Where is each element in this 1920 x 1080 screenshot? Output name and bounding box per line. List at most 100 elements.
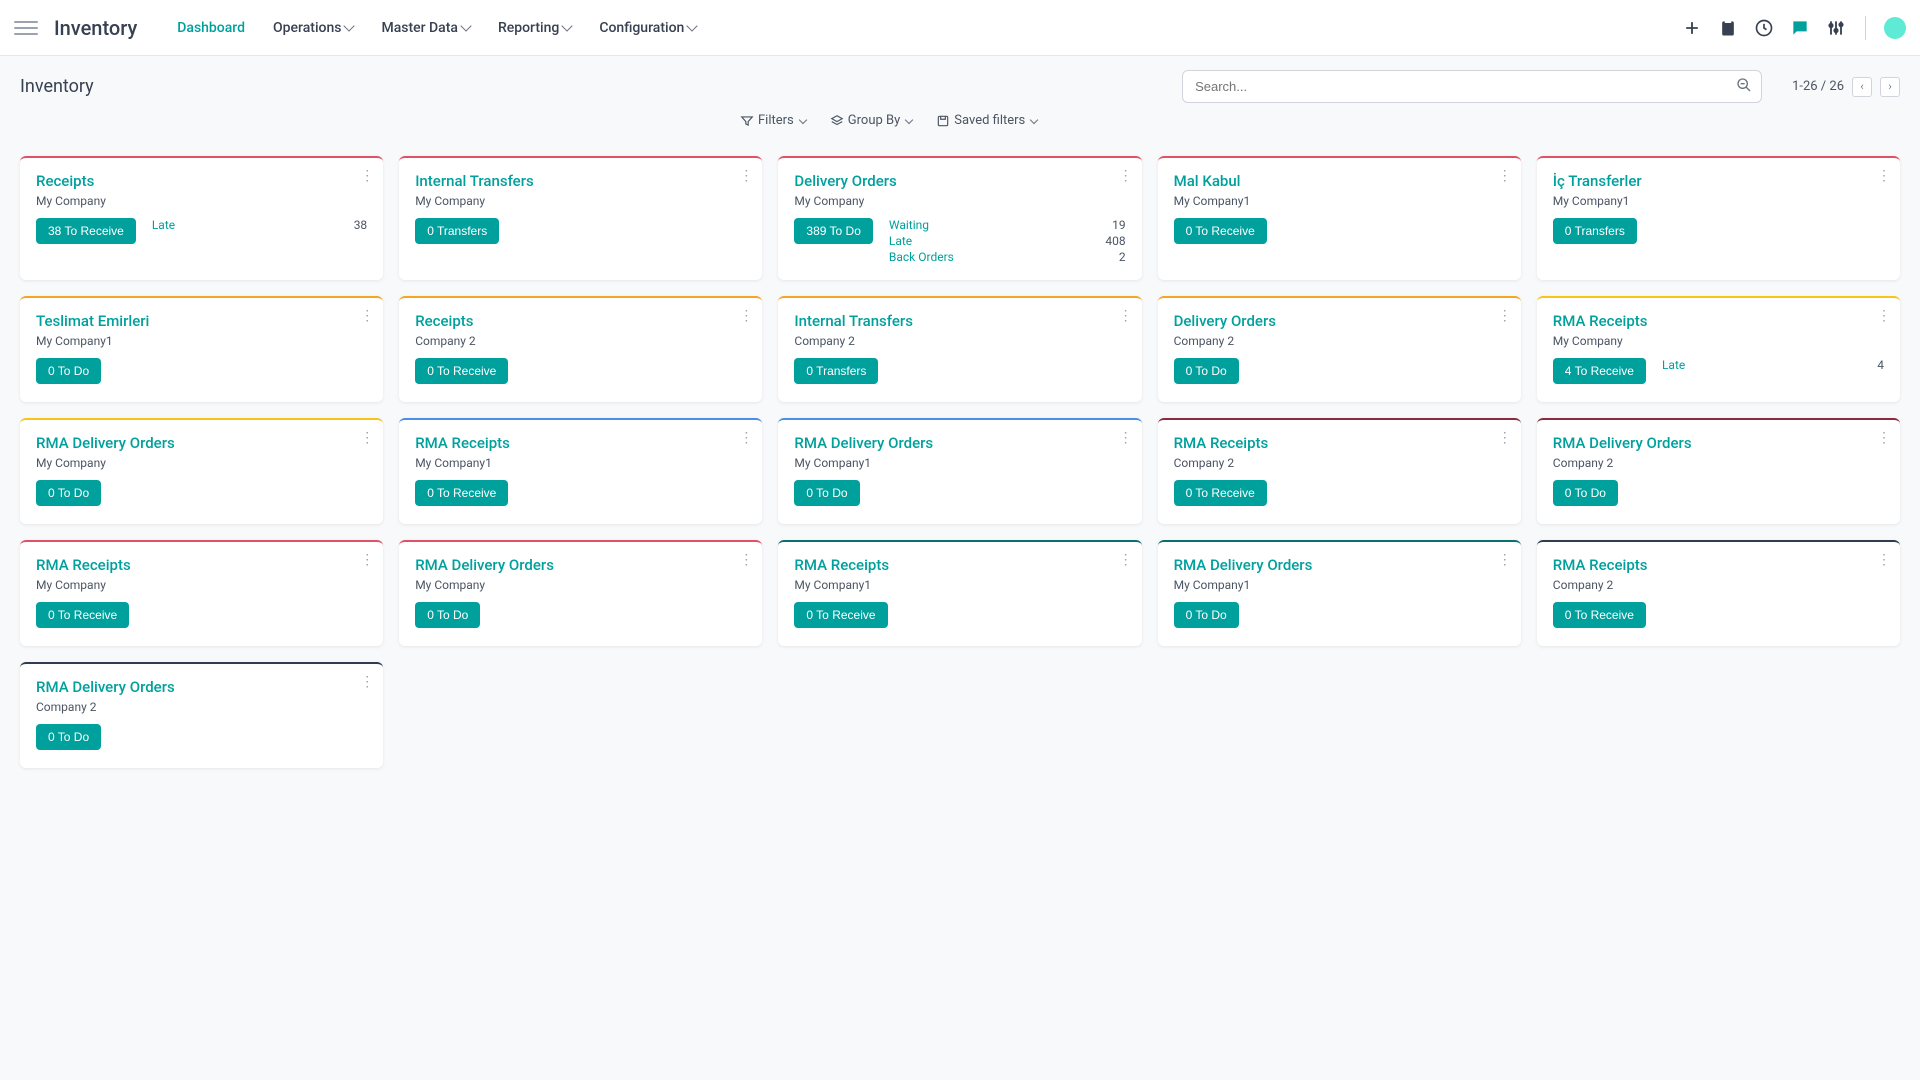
card-more-icon[interactable]: ⋮ <box>739 552 752 568</box>
card-more-icon[interactable]: ⋮ <box>360 430 373 446</box>
card-more-icon[interactable]: ⋮ <box>1498 430 1511 446</box>
card-more-icon[interactable]: ⋮ <box>1877 308 1890 324</box>
card-more-icon[interactable]: ⋮ <box>739 308 752 324</box>
card-more-icon[interactable]: ⋮ <box>360 552 373 568</box>
card-title[interactable]: Delivery Orders <box>1174 312 1505 330</box>
chat-icon[interactable] <box>1789 17 1811 39</box>
operation-card: ⋮ReceiptsMy Company38 To ReceiveLate38 <box>20 156 383 280</box>
card-title[interactable]: Internal Transfers <box>794 312 1125 330</box>
card-action-button[interactable]: 389 To Do <box>794 218 873 244</box>
card-title[interactable]: RMA Receipts <box>1553 312 1884 330</box>
card-action-button[interactable]: 0 To Receive <box>1174 480 1267 506</box>
groupby-button[interactable]: Group By <box>830 113 913 128</box>
avatar[interactable] <box>1884 17 1906 39</box>
card-action-button[interactable]: 0 To Receive <box>415 358 508 384</box>
card-title[interactable]: Mal Kabul <box>1174 172 1505 190</box>
operation-card: ⋮RMA ReceiptsMy Company0 To Receive <box>20 540 383 646</box>
card-title[interactable]: RMA Delivery Orders <box>794 434 1125 452</box>
card-action-button[interactable]: 4 To Receive <box>1553 358 1646 384</box>
card-more-icon[interactable]: ⋮ <box>739 168 752 184</box>
card-action-button[interactable]: 0 To Receive <box>794 602 887 628</box>
card-title[interactable]: Delivery Orders <box>794 172 1125 190</box>
card-title[interactable]: Receipts <box>36 172 367 190</box>
card-action-button[interactable]: 0 To Receive <box>1174 218 1267 244</box>
stat-label[interactable]: Late <box>1662 358 1685 372</box>
card-more-icon[interactable]: ⋮ <box>1877 430 1890 446</box>
operation-card: ⋮RMA Receipts Company 2 0 To Receive <box>1537 540 1900 646</box>
operation-card: ⋮RMA Delivery OrdersMy Company0 To Do <box>20 418 383 524</box>
stat-label[interactable]: Late <box>152 218 175 232</box>
nav-item-master-data[interactable]: Master Data <box>381 20 469 36</box>
card-more-icon[interactable]: ⋮ <box>1119 552 1132 568</box>
pager-prev[interactable]: ‹ <box>1852 77 1872 97</box>
stat-label[interactable]: Waiting <box>889 218 929 232</box>
card-title[interactable]: İç Transferler <box>1553 172 1884 190</box>
filters-button[interactable]: Filters <box>740 113 806 128</box>
nav-item-reporting[interactable]: Reporting <box>498 20 571 36</box>
card-more-icon[interactable]: ⋮ <box>1119 168 1132 184</box>
card-action-button[interactable]: 0 To Do <box>1553 480 1618 506</box>
card-action-button[interactable]: 0 To Do <box>415 602 480 628</box>
clock-icon[interactable] <box>1753 17 1775 39</box>
card-more-icon[interactable]: ⋮ <box>1498 168 1511 184</box>
card-more-icon[interactable]: ⋮ <box>360 308 373 324</box>
card-title[interactable]: RMA Delivery Orders <box>415 556 746 574</box>
card-action-button[interactable]: 0 To Do <box>1174 358 1239 384</box>
add-icon[interactable] <box>1681 17 1703 39</box>
card-action-button[interactable]: 0 Transfers <box>415 218 499 244</box>
card-more-icon[interactable]: ⋮ <box>1877 168 1890 184</box>
card-action-button[interactable]: 0 To Do <box>1174 602 1239 628</box>
card-title[interactable]: RMA Receipts <box>1174 434 1505 452</box>
subbar: Inventory 1-26 / 26 ‹ › Filters Group By… <box>0 56 1920 136</box>
card-title[interactable]: Internal Transfers <box>415 172 746 190</box>
settings-icon[interactable] <box>1825 17 1847 39</box>
pager-next[interactable]: › <box>1880 77 1900 97</box>
card-title[interactable]: RMA Receipts <box>36 556 367 574</box>
card-action-button[interactable]: 0 Transfers <box>794 358 878 384</box>
stat-label[interactable]: Back Orders <box>889 250 954 264</box>
card-action-button[interactable]: 0 To Do <box>36 724 101 750</box>
card-action-button[interactable]: 0 To Do <box>794 480 859 506</box>
card-more-icon[interactable]: ⋮ <box>1498 552 1511 568</box>
card-subtitle: My Company <box>794 194 1125 208</box>
card-action-button[interactable]: 38 To Receive <box>36 218 136 244</box>
card-title[interactable]: RMA Receipts <box>415 434 746 452</box>
card-more-icon[interactable]: ⋮ <box>1498 308 1511 324</box>
card-stats: Waiting19Late408Back Orders2 <box>889 218 1126 266</box>
card-subtitle: Company 2 <box>36 700 367 714</box>
card-subtitle: My Company <box>415 578 746 592</box>
card-more-icon[interactable]: ⋮ <box>360 168 373 184</box>
card-action-button[interactable]: 0 To Receive <box>1553 602 1646 628</box>
card-more-icon[interactable]: ⋮ <box>739 430 752 446</box>
card-action-button[interactable]: 0 To Receive <box>415 480 508 506</box>
card-more-icon[interactable]: ⋮ <box>1119 430 1132 446</box>
card-title[interactable]: RMA Delivery Orders <box>36 434 367 452</box>
menu-toggle[interactable] <box>14 16 38 40</box>
card-action-button[interactable]: 0 To Do <box>36 358 101 384</box>
card-title[interactable]: RMA Receipts <box>794 556 1125 574</box>
card-title[interactable]: RMA Delivery Orders <box>1553 434 1884 452</box>
card-title[interactable]: Receipts <box>415 312 746 330</box>
card-more-icon[interactable]: ⋮ <box>360 674 373 690</box>
operation-card: ⋮Delivery OrdersCompany 20 To Do <box>1158 296 1521 402</box>
card-title[interactable]: Teslimat Emirleri <box>36 312 367 330</box>
card-more-icon[interactable]: ⋮ <box>1119 308 1132 324</box>
card-more-icon[interactable]: ⋮ <box>1877 552 1890 568</box>
card-title[interactable]: RMA Delivery Orders <box>1174 556 1505 574</box>
card-subtitle: Company 2 <box>415 334 746 348</box>
card-subtitle: My Company1 <box>1174 194 1505 208</box>
card-action-button[interactable]: 0 Transfers <box>1553 218 1637 244</box>
card-action-button[interactable]: 0 To Receive <box>36 602 129 628</box>
nav-item-dashboard[interactable]: Dashboard <box>177 20 245 36</box>
card-action-button[interactable]: 0 To Do <box>36 480 101 506</box>
nav-item-operations[interactable]: Operations <box>273 20 353 36</box>
stat-label[interactable]: Late <box>889 234 912 248</box>
saved-filters-button[interactable]: Saved filters <box>936 113 1037 128</box>
card-title[interactable]: RMA Delivery Orders <box>36 678 367 696</box>
clipboard-icon[interactable] <box>1717 17 1739 39</box>
card-subtitle: Company 2 <box>1553 578 1884 592</box>
search-input[interactable] <box>1182 70 1762 103</box>
card-title[interactable]: RMA Receipts <box>1553 556 1884 574</box>
search-zoom-icon[interactable] <box>1736 77 1752 97</box>
nav-item-configuration[interactable]: Configuration <box>599 20 696 36</box>
